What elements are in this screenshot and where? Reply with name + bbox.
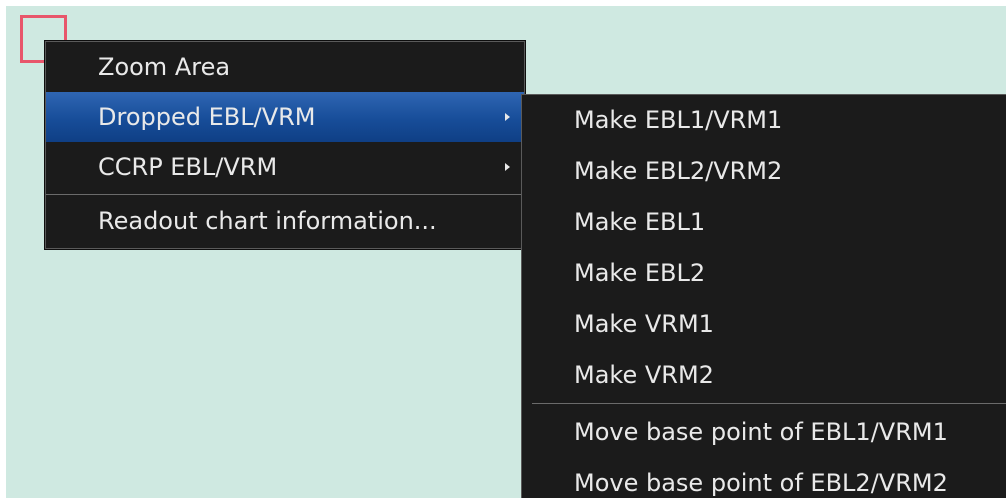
menu-item-dropped-ebl-vrm[interactable]: Dropped EBL/VRM xyxy=(46,92,524,142)
chevron-right-icon xyxy=(505,113,510,121)
menu-item-zoom-area[interactable]: Zoom Area xyxy=(46,42,524,92)
menu-item-label: Make EBL2 xyxy=(574,259,706,287)
menu-item-label: Make VRM2 xyxy=(574,361,714,389)
menu-item-make-ebl2-vrm2[interactable]: Make EBL2/VRM2 xyxy=(522,146,1006,197)
menu-item-make-vrm2[interactable]: Make VRM2 xyxy=(522,350,1006,401)
menu-item-label: CCRP EBL/VRM xyxy=(98,153,278,181)
menu-item-move-base-point-ebl1-vrm1[interactable]: Move base point of EBL1/VRM1 xyxy=(522,407,1006,458)
menu-item-label: Dropped EBL/VRM xyxy=(98,103,316,131)
menu-item-label: Make EBL1/VRM1 xyxy=(574,106,783,134)
menu-item-make-ebl1-vrm1[interactable]: Make EBL1/VRM1 xyxy=(522,95,1006,146)
menu-item-label: Move base point of EBL2/VRM2 xyxy=(574,469,948,497)
menu-separator xyxy=(46,194,524,195)
menu-item-make-ebl1[interactable]: Make EBL1 xyxy=(522,197,1006,248)
menu-item-label: Make EBL2/VRM2 xyxy=(574,157,783,185)
menu-item-make-vrm1[interactable]: Make VRM1 xyxy=(522,299,1006,350)
chevron-right-icon xyxy=(505,163,510,171)
context-menu: Zoom Area Dropped EBL/VRM CCRP EBL/VRM R… xyxy=(45,41,525,249)
menu-item-readout-chart-information[interactable]: Readout chart information... xyxy=(46,196,524,246)
menu-item-label: Make VRM1 xyxy=(574,310,714,338)
menu-separator xyxy=(532,403,1006,404)
menu-item-label: Zoom Area xyxy=(98,53,231,81)
menu-item-make-ebl2[interactable]: Make EBL2 xyxy=(522,248,1006,299)
submenu-dropped-ebl-vrm: Make EBL1/VRM1 Make EBL2/VRM2 Make EBL1 … xyxy=(521,94,1006,498)
menu-item-label: Make EBL1 xyxy=(574,208,706,236)
menu-item-ccrp-ebl-vrm[interactable]: CCRP EBL/VRM xyxy=(46,142,524,192)
menu-item-label: Move base point of EBL1/VRM1 xyxy=(574,418,948,446)
menu-item-move-base-point-ebl2-vrm2[interactable]: Move base point of EBL2/VRM2 xyxy=(522,458,1006,498)
menu-item-label: Readout chart information... xyxy=(98,207,437,235)
